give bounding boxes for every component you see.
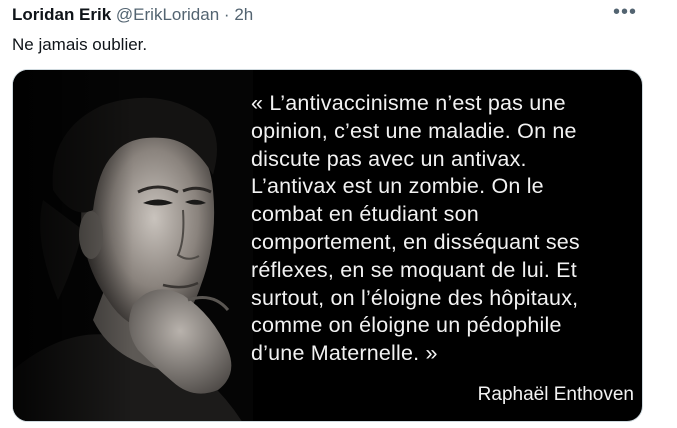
quote-line: L’antivax est un zombie. On le [251, 174, 544, 199]
tweet[interactable]: Loridan Erik @ErikLoridan · 2h ••• Ne ja… [0, 0, 677, 428]
tweet-text: Ne jamais oublier. [12, 35, 148, 54]
quote-attribution: Raphaël Enthoven [477, 384, 634, 405]
quote-text: « L’antivaccinisme n’est pas une opinion… [251, 90, 633, 368]
portrait-photo [13, 70, 253, 421]
author-handle[interactable]: @ErikLoridan [116, 5, 219, 24]
quote-line: comportement, en disséquant ses [251, 229, 580, 254]
tweet-header: Loridan Erik @ErikLoridan · 2h [12, 4, 253, 26]
quote-line: opinion, c’est une maladie. On ne [251, 118, 577, 143]
more-options-icon[interactable]: ••• [613, 2, 637, 22]
tweet-image[interactable]: « L’antivaccinisme n’est pas une opinion… [12, 69, 643, 422]
quote-line: d’une Maternelle. » [251, 341, 438, 366]
quote-line: comme on éloigne un pédophile [251, 313, 562, 338]
quote-line: combat en étudiant son [251, 202, 479, 227]
quote-line: « L’antivaccinisme n’est pas une [251, 91, 566, 115]
quote-line: réflexes, en se moquant de lui. Et [251, 257, 577, 282]
tweet-timestamp[interactable]: 2h [234, 5, 253, 24]
separator-dot: · [223, 5, 230, 24]
quote-line: discute pas avec un antivax. [251, 146, 527, 171]
quote-line: surtout, on l’éloigne des hôpitaux, [251, 285, 579, 310]
author-name[interactable]: Loridan Erik [12, 5, 111, 24]
